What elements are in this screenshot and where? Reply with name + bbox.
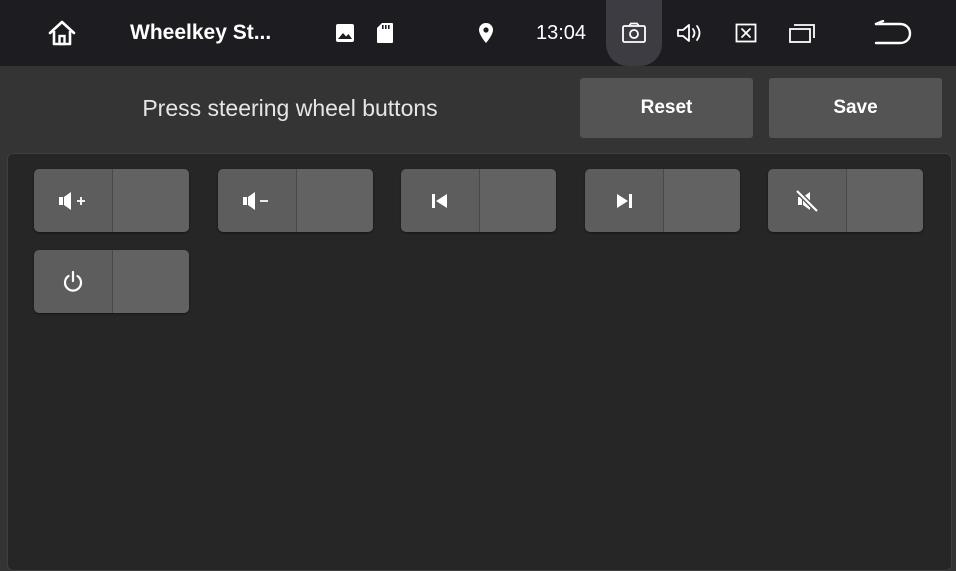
key-panel xyxy=(7,153,952,571)
image-icon xyxy=(333,0,357,66)
key-value-slot xyxy=(297,169,373,232)
mute-icon xyxy=(768,169,846,232)
key-volume-up[interactable] xyxy=(34,169,189,232)
save-button[interactable]: Save xyxy=(769,78,942,138)
back-icon[interactable] xyxy=(868,0,916,66)
clock-time: 13:04 xyxy=(535,21,587,44)
key-value-slot xyxy=(847,169,923,232)
sd-card-icon xyxy=(373,0,397,66)
instruction-text: Press steering wheel buttons xyxy=(142,94,438,121)
volume-up-icon xyxy=(34,169,112,232)
reset-button[interactable]: Reset xyxy=(580,78,753,138)
previous-track-icon xyxy=(401,169,479,232)
close-window-icon[interactable] xyxy=(732,0,760,66)
key-value-slot xyxy=(113,169,189,232)
key-previous-track[interactable] xyxy=(401,169,556,232)
volume-down-icon xyxy=(218,169,296,232)
key-power[interactable] xyxy=(34,250,189,313)
volume-icon[interactable] xyxy=(674,0,710,66)
location-pin-icon xyxy=(474,0,498,66)
next-track-icon xyxy=(585,169,663,232)
power-icon xyxy=(34,250,112,313)
screenshot-camera-icon[interactable] xyxy=(618,0,650,66)
key-value-slot xyxy=(113,250,189,313)
app-title: Wheelkey St... xyxy=(130,21,272,44)
key-volume-down[interactable] xyxy=(218,169,373,232)
home-icon[interactable] xyxy=(42,0,82,66)
key-next-track[interactable] xyxy=(585,169,740,232)
status-bar: Wheelkey St... 13:04 xyxy=(0,0,956,66)
key-value-slot xyxy=(664,169,740,232)
recent-apps-icon[interactable] xyxy=(786,0,818,66)
key-value-slot xyxy=(480,169,556,232)
key-mute[interactable] xyxy=(768,169,923,232)
